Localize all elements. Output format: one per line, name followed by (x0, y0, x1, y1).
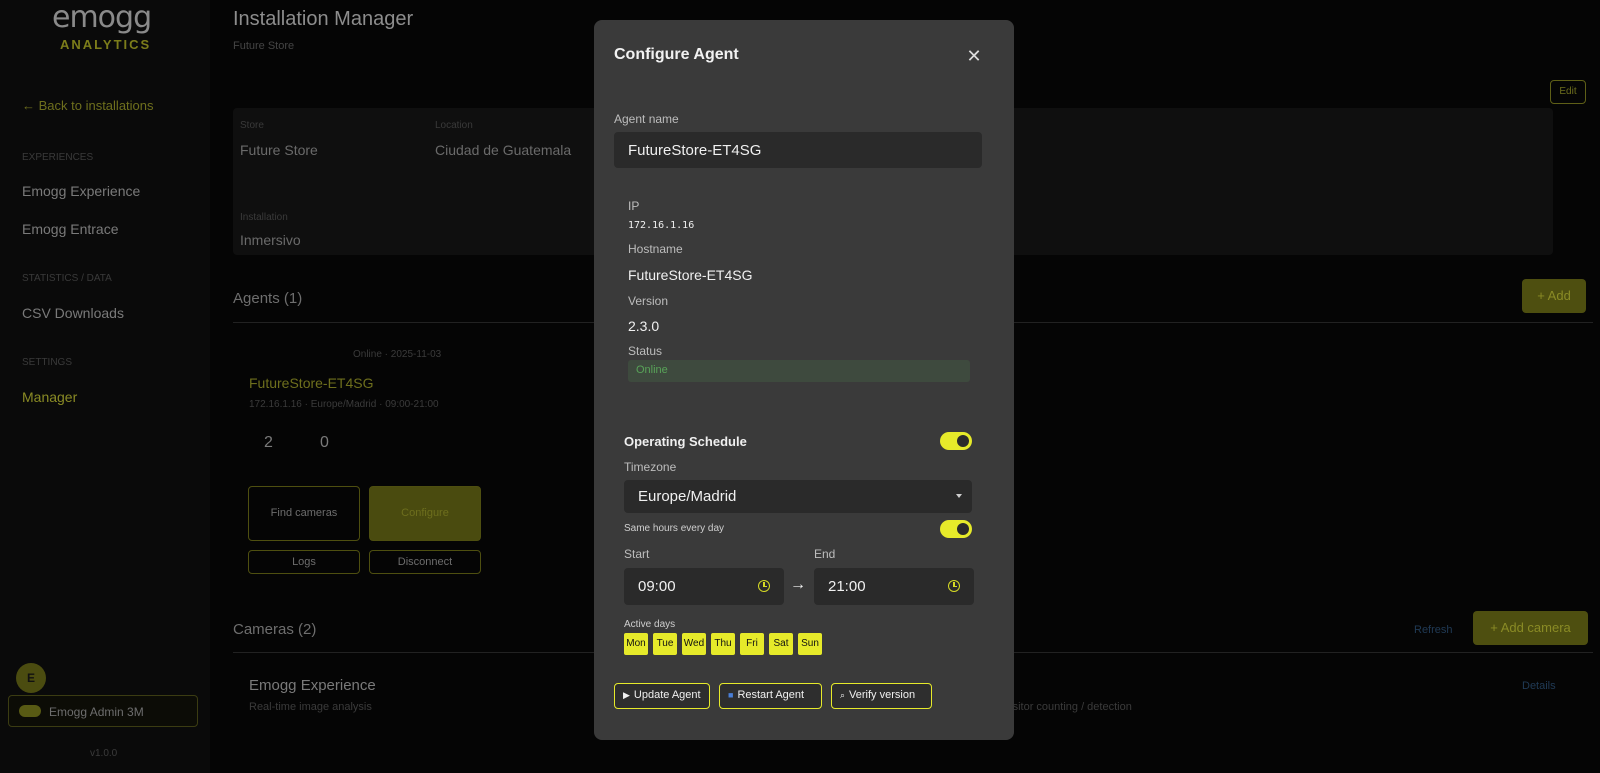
logo: emogg (52, 0, 152, 35)
timezone-value: Europe/Madrid (638, 488, 737, 505)
camera-1-description: Real-time image analysis (249, 701, 372, 713)
restart-icon: ■ (728, 690, 734, 700)
update-agent-button[interactable]: ▶ Update Agent (614, 683, 710, 709)
hostname-value: FutureStore-ET4SG (628, 267, 753, 283)
same-hours-toggle[interactable] (940, 520, 972, 538)
configure-agent-button[interactable]: Configure (369, 486, 481, 541)
version-label: Version (628, 294, 669, 308)
ip-label: IP (628, 199, 640, 213)
play-icon: ▶ (623, 690, 630, 700)
start-time-value: 09:00 (638, 578, 676, 595)
restart-agent-button[interactable]: ■ Restart Agent (719, 683, 822, 709)
camera-2-details-link[interactable]: Details (1522, 680, 1556, 692)
end-label: End (814, 547, 836, 561)
disconnect-button[interactable]: Disconnect (369, 550, 481, 574)
clock-icon (758, 580, 770, 592)
day-toggle-wed[interactable]: Wed (682, 633, 706, 655)
verify-version-label: Verify version (849, 689, 916, 701)
camera-1-name[interactable]: Emogg Experience (249, 677, 376, 694)
user-label: Emogg Admin 3M (49, 705, 144, 719)
arrow-right-icon: → (790, 576, 806, 593)
hostname-label: Hostname (628, 242, 683, 256)
cameras-section-title: Cameras (2) (233, 621, 317, 638)
close-icon[interactable]: ✕ (964, 46, 984, 66)
agent-card-meta: 172.16.1.16 · Europe/Madrid · 09:00-21:0… (249, 399, 439, 410)
configure-agent-modal: Configure Agent ✕ Agent name IP 172.16.1… (594, 20, 1014, 740)
user-toggle-icon (19, 705, 41, 717)
operating-schedule-title: Operating Schedule (624, 434, 747, 449)
sidebar-item-csv-downloads[interactable]: CSV Downloads (22, 305, 124, 321)
sidebar-section-experiences: Experiences (22, 152, 94, 163)
installation-type-label: Installation (240, 212, 288, 223)
status-label: Status (628, 344, 663, 358)
day-toggle-mon[interactable]: Mon (624, 633, 648, 655)
store-label: Store (240, 120, 264, 131)
end-time-input[interactable]: 21:00 (814, 568, 974, 605)
store-value: Future Store (240, 142, 318, 158)
sidebar-section-statistics: Statistics / Data (22, 273, 112, 284)
active-days-label: Active days (624, 619, 676, 630)
add-camera-button[interactable]: + Add camera (1473, 611, 1588, 645)
avatar[interactable]: E (16, 663, 46, 693)
timezone-select[interactable]: Europe/Madrid (624, 480, 972, 513)
location-label: Location (435, 120, 473, 131)
status-value: Online (636, 364, 668, 376)
find-cameras-button[interactable]: Find cameras (248, 486, 360, 541)
verify-version-button[interactable]: ⌕ Verify version (831, 683, 932, 709)
installation-type-value: Inmersivo (240, 232, 301, 248)
page-subtitle: Future Store (233, 40, 295, 52)
ip-value: 172.16.1.16 (628, 220, 695, 231)
start-time-input[interactable]: 09:00 (624, 568, 784, 605)
start-label: Start (624, 547, 650, 561)
agent-card-name[interactable]: FutureStore-ET4SG (249, 375, 374, 391)
edit-button[interactable]: Edit (1550, 80, 1586, 104)
logo-subtitle: ANALYTICS (60, 37, 152, 52)
version-value: 2.3.0 (628, 318, 660, 334)
logs-button[interactable]: Logs (248, 550, 360, 574)
location-value: Ciudad de Guatemala (435, 142, 572, 158)
day-toggle-tue[interactable]: Tue (653, 633, 677, 655)
timezone-label: Timezone (624, 460, 677, 474)
update-agent-label: Update Agent (633, 689, 701, 701)
agent-count-a: 2 (264, 434, 273, 451)
modal-title: Configure Agent (614, 46, 739, 63)
operating-schedule-toggle[interactable] (940, 432, 972, 450)
back-to-installations-link[interactable]: ← Back to installations (22, 98, 154, 113)
search-icon: ⌕ (840, 690, 846, 700)
sidebar-section-settings: Settings (22, 357, 73, 368)
sidebar-item-manager[interactable]: Manager (22, 389, 77, 405)
chevron-down-icon (956, 494, 962, 498)
restart-agent-label: Restart Agent (737, 689, 805, 701)
agent-name-input[interactable] (614, 132, 982, 168)
agents-section-title: Agents (1) (233, 290, 303, 307)
agent-status-meta: Online · 2025-11-03 (353, 349, 442, 360)
day-toggle-sat[interactable]: Sat (769, 633, 793, 655)
status-badge: Online (628, 360, 970, 382)
sidebar-footer: v1.0.0 (90, 748, 118, 759)
day-toggle-fri[interactable]: Fri (740, 633, 764, 655)
clock-icon (948, 580, 960, 592)
sidebar-item-entrance[interactable]: Emogg Entrace (22, 221, 119, 237)
day-toggle-thu[interactable]: Thu (711, 633, 735, 655)
sidebar-item-experience[interactable]: Emogg Experience (22, 183, 140, 199)
add-agent-button[interactable]: + Add (1522, 279, 1586, 313)
agent-name-label: Agent name (614, 112, 679, 126)
end-time-value: 21:00 (828, 578, 866, 595)
day-toggle-sun[interactable]: Sun (798, 633, 822, 655)
agent-count-b: 0 (320, 434, 329, 451)
user-toggle-pill[interactable]: Emogg Admin 3M (8, 695, 198, 727)
page-title: Installation Manager (233, 8, 414, 30)
refresh-cameras-link[interactable]: Refresh (1414, 624, 1453, 636)
camera-2-description: Visitor counting / detection (1003, 701, 1132, 713)
sidebar: emogg ANALYTICS ← Back to installations … (0, 0, 210, 773)
same-hours-label: Same hours every day (624, 523, 725, 534)
